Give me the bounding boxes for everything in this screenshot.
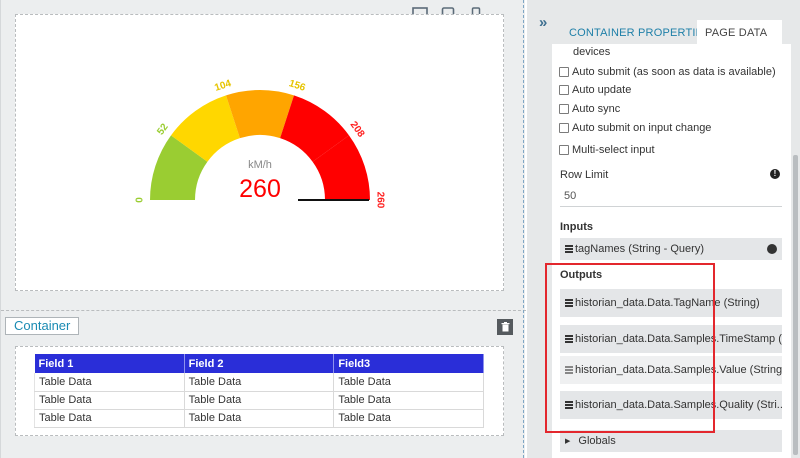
drag-handle-icon[interactable]	[565, 244, 573, 254]
checkbox-label: Auto update	[572, 84, 632, 96]
caret-right-icon: ▶	[565, 438, 571, 445]
section-divider	[1, 310, 526, 311]
table-cell: Table Data	[333, 373, 484, 392]
table-cell: Table Data	[34, 409, 185, 428]
double-chevron-right-icon[interactable]: »	[539, 14, 547, 31]
info-icon[interactable]: !	[770, 169, 780, 179]
table-row: Table Data Table Data Table Data	[34, 409, 484, 428]
gauge-tick-label: 0	[135, 197, 146, 203]
checkbox-box[interactable]	[559, 123, 569, 133]
multi-select-checkbox[interactable]: Multi-select input	[559, 144, 655, 156]
inputs-heading: Inputs	[560, 221, 593, 233]
container-label[interactable]: Container	[5, 317, 80, 335]
panel-divider[interactable]	[523, 0, 524, 458]
gauge-tick-label: 104	[213, 78, 233, 94]
checkbox-box[interactable]	[559, 104, 569, 114]
auto-sync-checkbox[interactable]: Auto sync	[559, 103, 620, 115]
table-cell: Table Data	[184, 373, 335, 392]
table-header[interactable]: Field 2	[184, 354, 335, 373]
gauge-tick-label: 260	[374, 192, 385, 209]
input-item[interactable]: tagNames (String - Query)	[560, 238, 782, 260]
row-limit-input[interactable]: 50	[560, 185, 782, 207]
tab-container-properties[interactable]: CONTAINER PROPERTIES	[561, 20, 719, 46]
auto-update-checkbox[interactable]: Auto update	[559, 84, 631, 96]
scrollbar-thumb[interactable]	[793, 155, 798, 455]
gauge-widget[interactable]: 0 52 104 156 208 260 kM/h 260	[15, 14, 504, 291]
gauge-unit-label: kM/h	[248, 159, 272, 171]
table-cell: Table Data	[34, 373, 185, 392]
gauge-chart: 0 52 104 156 208 260 kM/h 260	[135, 78, 386, 209]
input-item-label: tagNames (String - Query)	[575, 243, 704, 255]
gauge-value-label: 260	[239, 175, 281, 203]
gauge-tick-label: 52	[155, 121, 171, 137]
globals-label: Globals	[578, 435, 616, 447]
checkbox-box[interactable]	[559, 67, 569, 77]
tab-page-data[interactable]: PAGE DATA	[697, 20, 782, 46]
table-cell: Table Data	[333, 391, 484, 410]
globe-icon[interactable]	[767, 244, 777, 254]
checkbox-label: Multi-select input	[572, 144, 655, 156]
devices-text: devices	[573, 46, 611, 58]
checkbox-label: Auto sync	[572, 103, 621, 115]
table-cell: Table Data	[184, 391, 335, 410]
globals-section[interactable]: ▶ Globals	[560, 430, 782, 452]
table-widget[interactable]: Field 1 Field 2 Field3 Table Data Table …	[15, 346, 504, 436]
checkbox-box[interactable]	[559, 145, 569, 155]
table-header[interactable]: Field 1	[34, 354, 185, 373]
gauge-tick-label: 156	[287, 78, 307, 94]
auto-submit-on-change-checkbox[interactable]: Auto submit on input change	[559, 122, 711, 134]
checkbox-label: Auto submit on input change	[572, 122, 712, 134]
table-row: Table Data Table Data Table Data	[34, 391, 484, 410]
table-cell: Table Data	[34, 391, 185, 410]
data-table: Field 1 Field 2 Field3 Table Data Table …	[34, 354, 484, 428]
row-limit-label: Row Limit	[560, 169, 609, 181]
table-header[interactable]: Field3	[333, 354, 484, 373]
table-cell: Table Data	[333, 409, 484, 428]
auto-submit-checkbox[interactable]: Auto submit (as soon as data is availabl…	[559, 66, 776, 78]
page-canvas: 0 52 104 156 208 260 kM/h 260 Container Field 1…	[0, 0, 526, 458]
gauge-tick-label: 208	[348, 120, 367, 140]
checkbox-label: Auto submit (as soon as data is availabl…	[572, 66, 776, 78]
trash-icon[interactable]	[497, 319, 513, 335]
table-row: Table Data Table Data Table Data	[34, 373, 484, 392]
outputs-highlight-box	[545, 263, 715, 433]
table-cell: Table Data	[184, 409, 335, 428]
table-header-row: Field 1 Field 2 Field3	[34, 354, 484, 373]
checkbox-box[interactable]	[559, 85, 569, 95]
